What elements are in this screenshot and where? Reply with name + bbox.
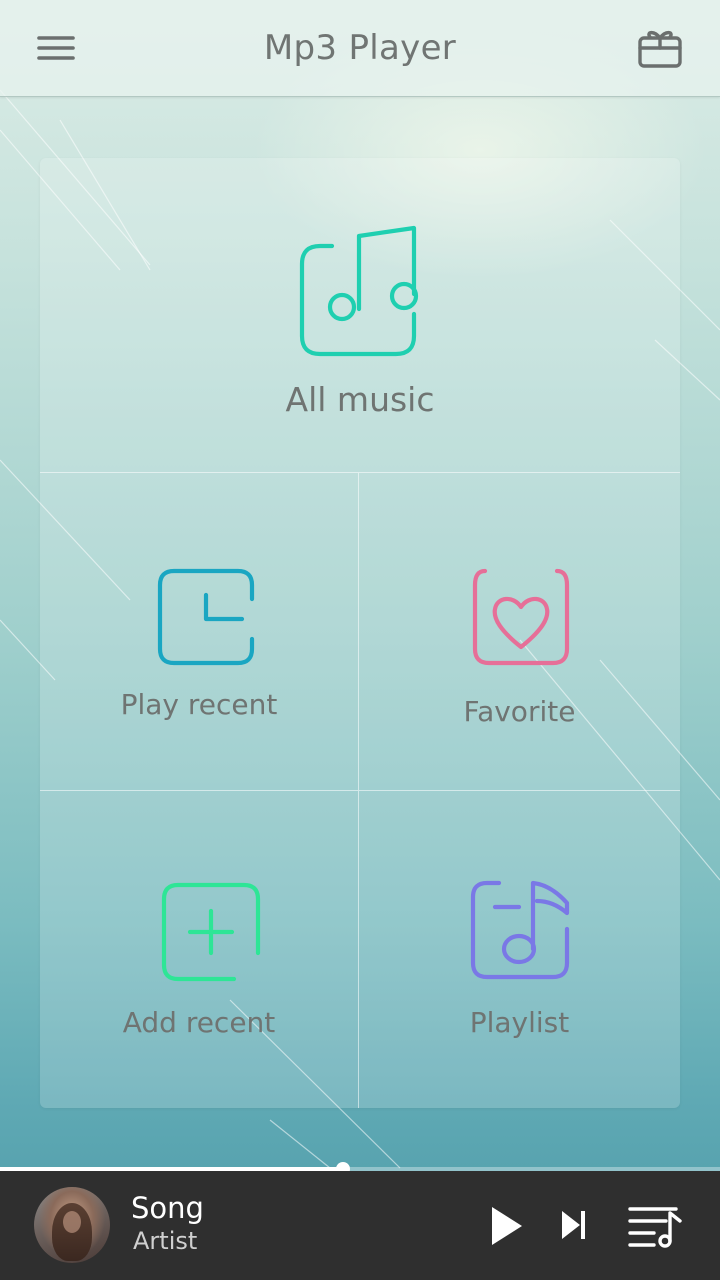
clock-icon bbox=[157, 568, 255, 666]
tile-label-add-recent: Add recent bbox=[122, 1006, 276, 1039]
play-icon[interactable] bbox=[484, 1201, 528, 1251]
music-note-icon bbox=[299, 225, 419, 357]
tile-label-favorite: Favorite bbox=[463, 695, 576, 728]
tile-play-recent[interactable]: Play recent bbox=[40, 473, 359, 791]
hamburger-menu-icon[interactable] bbox=[26, 26, 86, 70]
tile-label-playlist: Playlist bbox=[469, 1006, 570, 1039]
app-header: Mp3 Player bbox=[0, 0, 720, 97]
queue-music-icon[interactable] bbox=[624, 1201, 686, 1251]
album-art[interactable] bbox=[34, 1187, 110, 1263]
tile-favorite[interactable]: Favorite bbox=[359, 473, 680, 791]
skip-next-icon[interactable] bbox=[556, 1205, 592, 1245]
mini-player[interactable]: Song Artist bbox=[0, 1171, 720, 1280]
song-title[interactable]: Song bbox=[131, 1191, 204, 1225]
heart-icon bbox=[472, 568, 570, 666]
tile-all-music[interactable]: All music bbox=[40, 158, 680, 473]
song-artist[interactable]: Artist bbox=[133, 1227, 197, 1255]
plus-icon bbox=[161, 882, 261, 982]
tile-add-recent[interactable]: Add recent bbox=[40, 791, 359, 1108]
tile-playlist[interactable]: Playlist bbox=[359, 791, 680, 1108]
album-art-face bbox=[63, 1211, 81, 1233]
playlist-note-icon bbox=[470, 880, 570, 980]
tile-label-play-recent: Play recent bbox=[120, 688, 278, 721]
page-title: Mp3 Player bbox=[263, 28, 457, 68]
library-card: All music Play recent Favorite Add recen… bbox=[40, 158, 680, 1108]
tile-label-all-music: All music bbox=[285, 380, 435, 419]
gift-icon[interactable] bbox=[632, 22, 688, 74]
